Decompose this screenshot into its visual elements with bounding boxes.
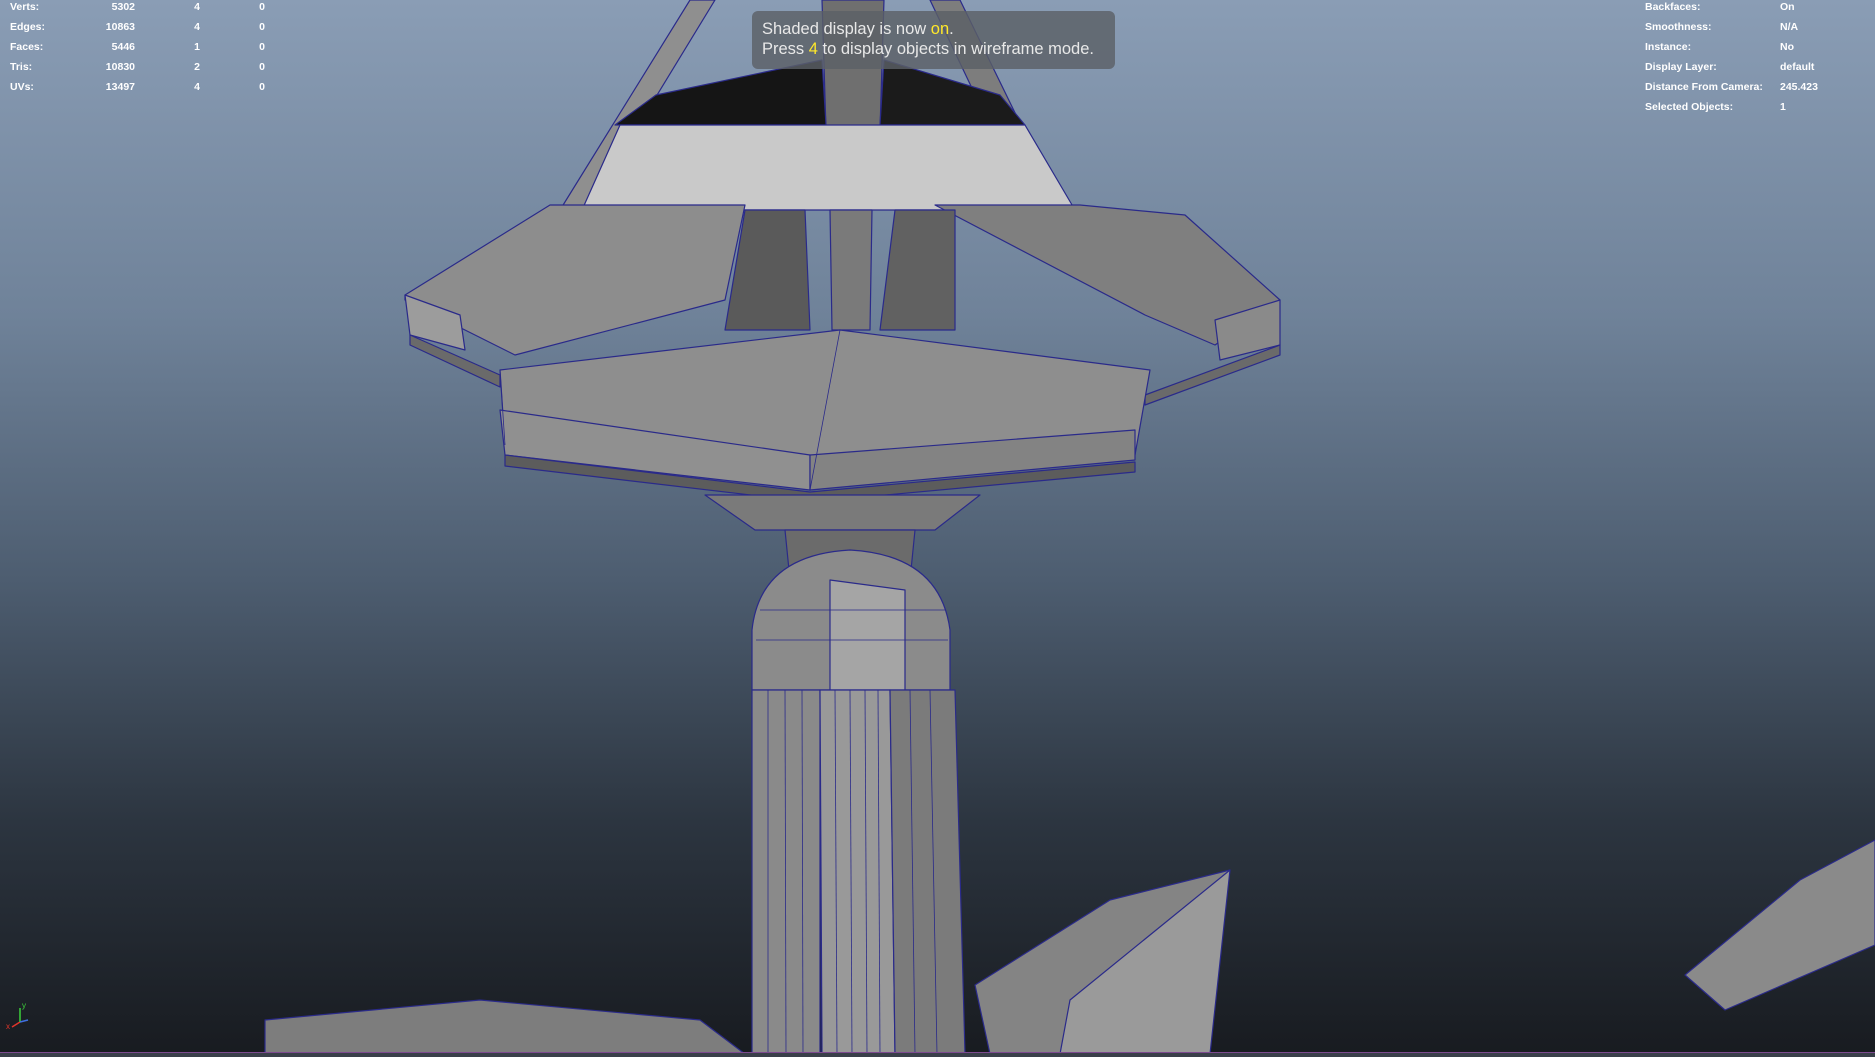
stat-value: 13497 <box>105 81 135 93</box>
info-value: N/A <box>1780 21 1799 33</box>
info-row: Selected Objects: 1 <box>1645 100 1870 120</box>
object-info-hud: Backfaces: On Smoothness: N/A Instance: No Dis… <box>1645 0 1870 120</box>
stat-value: 4 <box>194 21 200 33</box>
stat-value: 4 <box>194 81 200 93</box>
stat-row: Verts: 5302 4 0 <box>10 0 270 20</box>
stat-value: 5302 <box>111 1 135 13</box>
viewport-bottom-border <box>0 1052 1875 1057</box>
stat-label: Faces: <box>10 41 44 53</box>
stat-value: 1 <box>194 41 200 53</box>
message-line-2: Press 4 to display objects in wireframe … <box>762 40 1094 58</box>
info-value: default <box>1780 61 1815 73</box>
stat-row: UVs: 13497 4 0 <box>10 80 270 100</box>
stat-value: 0 <box>259 41 265 53</box>
info-label: Instance: <box>1645 41 1692 53</box>
axis-y-label: y <box>22 1001 26 1010</box>
poly-count-hud: Verts: 5302 4 0 Edges: 10863 4 0 Faces: 5446 1 0 Tri… <box>10 0 270 100</box>
inner-mast <box>829 209 873 331</box>
stat-value: 10830 <box>105 61 135 73</box>
column-center <box>819 689 896 1054</box>
inner-stair-right <box>879 209 956 331</box>
info-row: Instance: No <box>1645 40 1870 60</box>
scene-3d-model[interactable] <box>0 0 1875 1054</box>
stat-value: 4 <box>194 1 200 13</box>
stat-value: 0 <box>259 81 265 93</box>
info-label: Distance From Camera: <box>1645 81 1763 93</box>
rock-right <box>1684 839 1875 1011</box>
info-row: Smoothness: N/A <box>1645 20 1870 40</box>
viewport-message: Shaded display is now on. Press 4 to dis… <box>752 11 1115 69</box>
info-row: Backfaces: On <box>1645 0 1870 20</box>
collar <box>704 494 981 531</box>
message-line-1: Shaded display is now on. <box>762 20 954 38</box>
stat-label: Edges: <box>10 21 46 33</box>
stat-label: Verts: <box>10 1 40 13</box>
viewport[interactable]: Verts: 5302 4 0 Edges: 10863 4 0 Faces: 5446 1 0 Tri… <box>0 0 1875 1054</box>
info-row: Distance From Camera: 245.423 <box>1645 80 1870 100</box>
axis-gizmo-icon: x y <box>6 1001 29 1030</box>
stat-value: 0 <box>259 61 265 73</box>
info-label: Smoothness: <box>1645 21 1712 33</box>
stat-value: 0 <box>259 1 265 13</box>
info-label: Selected Objects: <box>1645 101 1734 113</box>
info-value: On <box>1780 1 1795 13</box>
column-right <box>889 689 966 1054</box>
message-highlight-key: 4 <box>808 40 818 58</box>
stat-label: Tris: <box>10 61 33 73</box>
disk-right-rim <box>1144 344 1281 406</box>
stat-value: 10863 <box>105 21 135 33</box>
stat-value: 2 <box>194 61 200 73</box>
dome-front-panel <box>829 579 906 691</box>
stat-row: Faces: 5446 1 0 <box>10 40 270 60</box>
info-value: No <box>1780 41 1794 53</box>
axis-x-label: x <box>6 1022 10 1030</box>
stat-value: 0 <box>259 21 265 33</box>
stat-label: UVs: <box>10 81 34 93</box>
stat-value: 5446 <box>111 41 135 53</box>
info-label: Display Layer: <box>1645 61 1717 73</box>
info-label: Backfaces: <box>1645 1 1701 13</box>
info-value: 245.423 <box>1780 81 1818 93</box>
rock-left <box>264 999 746 1054</box>
stat-row: Edges: 10863 4 0 <box>10 20 270 40</box>
light-band <box>581 124 1076 211</box>
info-value: 1 <box>1780 101 1786 113</box>
info-row: Display Layer: default <box>1645 60 1870 80</box>
stat-row: Tris: 10830 2 0 <box>10 60 270 80</box>
message-highlight-on: on <box>930 20 950 38</box>
